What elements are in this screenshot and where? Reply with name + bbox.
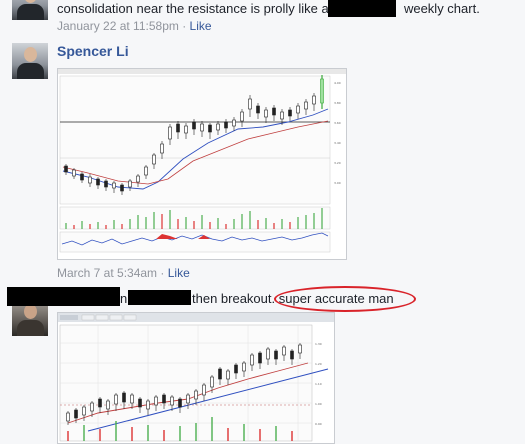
redaction-bar [328,0,396,17]
comment-1-timestamp[interactable]: January 22 at 11:58pm [57,19,179,33]
svg-text:3.00: 3.00 [334,181,341,185]
comment-1-text-after: weekly chart. [403,1,480,16]
comment-3-text: n [120,291,127,307]
redaction-bar [128,290,191,305]
comment-3-text-n: n [120,291,128,306]
comment-2-chart-image[interactable]: 4.00 3.80 3.60 3.40 3.20 3.00 [57,68,347,260]
redaction-bar [7,287,120,306]
svg-text:1.10: 1.10 [315,382,322,386]
svg-text:4.00: 4.00 [334,81,341,85]
svg-text:1.20: 1.20 [315,362,322,366]
meta-separator: · [182,19,187,33]
comment-1-text: consolidation near the resistance is pro… [57,1,480,17]
comment-2-like-link[interactable]: Like [168,266,190,280]
svg-text:1.00: 1.00 [315,402,322,406]
svg-text:1.30: 1.30 [315,342,322,346]
comment-2-timestamp[interactable]: March 7 at 5:34am [57,266,157,280]
red-circle-annotation [274,286,416,312]
stock-chart-1: 4.00 3.80 3.60 3.40 3.20 3.00 [58,69,346,259]
svg-text:3.60: 3.60 [334,121,341,125]
comment-2-author[interactable]: Spencer Li [57,43,129,59]
comment-1-meta: January 22 at 11:58pm · Like [57,19,212,33]
meta-separator: · [160,266,165,280]
svg-text:3.20: 3.20 [334,161,341,165]
comment-3-chart-image[interactable]: 1.30 1.20 1.10 1.00 0.90 [57,312,335,444]
svg-text:0.90: 0.90 [315,422,322,426]
svg-text:3.40: 3.40 [334,141,341,145]
comment-2-meta: March 7 at 5:34am · Like [57,266,190,280]
comment-1-text-before: consolidation near the resistance is pro… [57,1,329,16]
commenter-2-avatar[interactable] [12,43,48,79]
commenter-1-avatar[interactable] [12,0,48,20]
stock-chart-2: 1.30 1.20 1.10 1.00 0.90 [58,313,334,443]
comment-1-like-link[interactable]: Like [190,19,212,33]
svg-text:3.80: 3.80 [334,101,341,105]
comment-3-text-breakout: then breakout. [192,291,276,306]
